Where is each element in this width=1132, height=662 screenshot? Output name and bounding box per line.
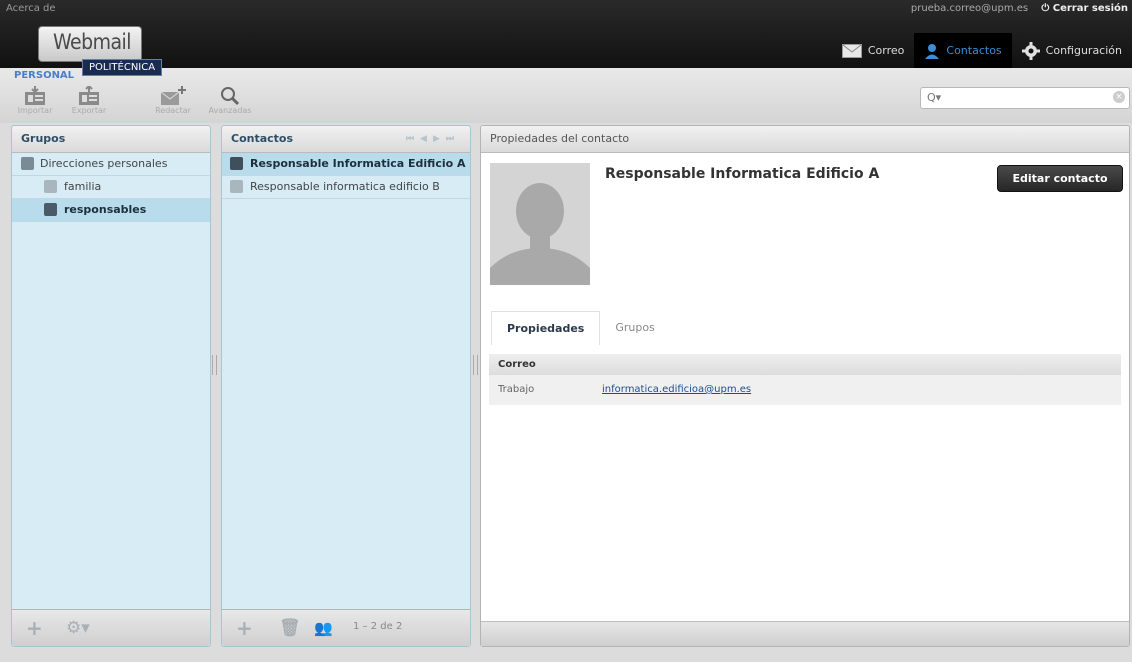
nav-settings[interactable]: Configuración xyxy=(1012,33,1132,68)
logout-button[interactable]: ⏻ Cerrar sesión xyxy=(1041,3,1128,14)
address-book-icon xyxy=(21,157,34,170)
group-label: responsables xyxy=(64,203,147,216)
gear-icon xyxy=(1021,41,1040,60)
group-item[interactable]: Direcciones personales xyxy=(12,153,210,176)
group-label: Direcciones personales xyxy=(40,157,168,170)
groups-footer: + ⚙▾ xyxy=(12,609,210,646)
group-icon xyxy=(44,180,57,193)
contacts-header: Contactos ⏮◀▶⏭ xyxy=(222,126,470,153)
nav-mail-label: Correo xyxy=(867,44,905,57)
contact-name: Responsable Informatica Edificio A xyxy=(605,166,880,182)
nav-settings-label: Configuración xyxy=(1045,44,1122,57)
nav-contacts[interactable]: Contactos xyxy=(914,33,1012,68)
nav-contacts-label: Contactos xyxy=(946,44,1002,57)
details-tabs: Propiedades Grupos xyxy=(491,311,670,345)
contact-item[interactable]: Responsable Informatica Edificio A xyxy=(222,153,470,176)
mail-icon xyxy=(841,43,862,58)
contact-photo xyxy=(490,163,590,285)
top-bar: Acerca de prueba.correo@upm.es ⏻ Cerrar … xyxy=(0,0,1132,68)
details-title: Propiedades del contacto xyxy=(481,126,1129,153)
groups-title: Grupos xyxy=(12,126,210,153)
logo-sub-text: POLITÉCNICA xyxy=(82,59,163,76)
contact-details-panel: Propiedades del contacto Responsable Inf… xyxy=(480,125,1130,647)
power-icon: ⏻ xyxy=(1041,3,1050,14)
edit-contact-button[interactable]: Editar contacto xyxy=(997,165,1123,192)
advanced-search-label: Avanzadas xyxy=(208,106,252,115)
tab-groups[interactable]: Grupos xyxy=(600,311,669,345)
logout-label: Cerrar sesión xyxy=(1052,3,1128,14)
export-button[interactable]: Exportar xyxy=(66,84,112,115)
add-contact-icon[interactable]: + xyxy=(236,617,253,639)
webmail-logo: Webmail xyxy=(38,26,142,62)
compose-label: Redactar xyxy=(155,106,191,115)
group-label: familia xyxy=(64,180,102,193)
contacts-title: Contactos xyxy=(231,132,294,145)
contact-item[interactable]: Responsable informatica edificio B xyxy=(222,176,470,199)
user-bar: prueba.correo@upm.es ⏻ Cerrar sesión xyxy=(911,3,1128,14)
group-options-icon[interactable]: ⚙▾ xyxy=(66,617,90,639)
compose-button[interactable]: Redactar xyxy=(150,84,196,115)
main-nav: Correo Contactos Configuración xyxy=(832,33,1132,68)
groups-panel: Grupos Direcciones personales familia re… xyxy=(11,125,211,647)
advanced-search-button[interactable]: Avanzadas xyxy=(207,84,253,115)
contact-label: Responsable informatica edificio B xyxy=(250,180,440,193)
group-assign-icon[interactable]: 👥 xyxy=(314,617,333,639)
delete-icon[interactable]: 🗑 xyxy=(279,617,301,639)
add-group-icon[interactable]: + xyxy=(26,617,43,639)
email-field-label: Trabajo xyxy=(498,384,535,395)
group-item[interactable]: responsables xyxy=(12,199,210,222)
avatar-icon xyxy=(490,163,590,285)
tab-properties[interactable]: Propiedades xyxy=(491,311,601,345)
email-field-row: Trabajo informatica.edificioa@upm.es xyxy=(489,375,1121,405)
details-footer xyxy=(481,621,1129,646)
person-icon xyxy=(230,180,243,193)
logo-main-text: Webmail xyxy=(53,30,132,54)
contacts-count: 1 – 2 de 2 xyxy=(353,621,403,632)
search-icon xyxy=(221,87,240,106)
email-section-header: Correo xyxy=(489,354,1121,375)
nav-mail[interactable]: Correo xyxy=(832,33,915,68)
export-label: Exportar xyxy=(71,106,107,115)
compose-icon xyxy=(160,86,186,105)
group-item[interactable]: familia xyxy=(12,176,210,199)
user-email: prueba.correo@upm.es xyxy=(910,3,1029,14)
contact-icon xyxy=(925,43,940,59)
contact-label: Responsable Informatica Edificio A xyxy=(250,157,466,170)
contacts-panel: Contactos ⏮◀▶⏭ Responsable Informatica E… xyxy=(221,125,471,647)
import-button[interactable]: Importar xyxy=(12,84,58,115)
reset-search-icon[interactable]: × xyxy=(1113,91,1125,103)
groups-splitter[interactable] xyxy=(212,355,217,375)
email-link[interactable]: informatica.edificioa@upm.es xyxy=(602,375,751,405)
pager-arrows[interactable]: ⏮◀▶⏭ xyxy=(406,126,460,152)
about-link[interactable]: Acerca de xyxy=(6,3,56,14)
quick-search-input[interactable]: Q▾ × xyxy=(920,87,1130,109)
export-icon xyxy=(79,86,99,105)
search-options-icon[interactable]: Q▾ xyxy=(927,91,941,104)
person-icon xyxy=(230,157,243,170)
group-icon xyxy=(44,203,57,216)
import-icon xyxy=(25,86,45,105)
contacts-splitter[interactable] xyxy=(473,355,478,375)
import-label: Importar xyxy=(17,106,53,115)
logo-tag: PERSONAL xyxy=(14,70,75,81)
contacts-footer: + 🗑 👥 1 – 2 de 2 xyxy=(222,609,470,646)
